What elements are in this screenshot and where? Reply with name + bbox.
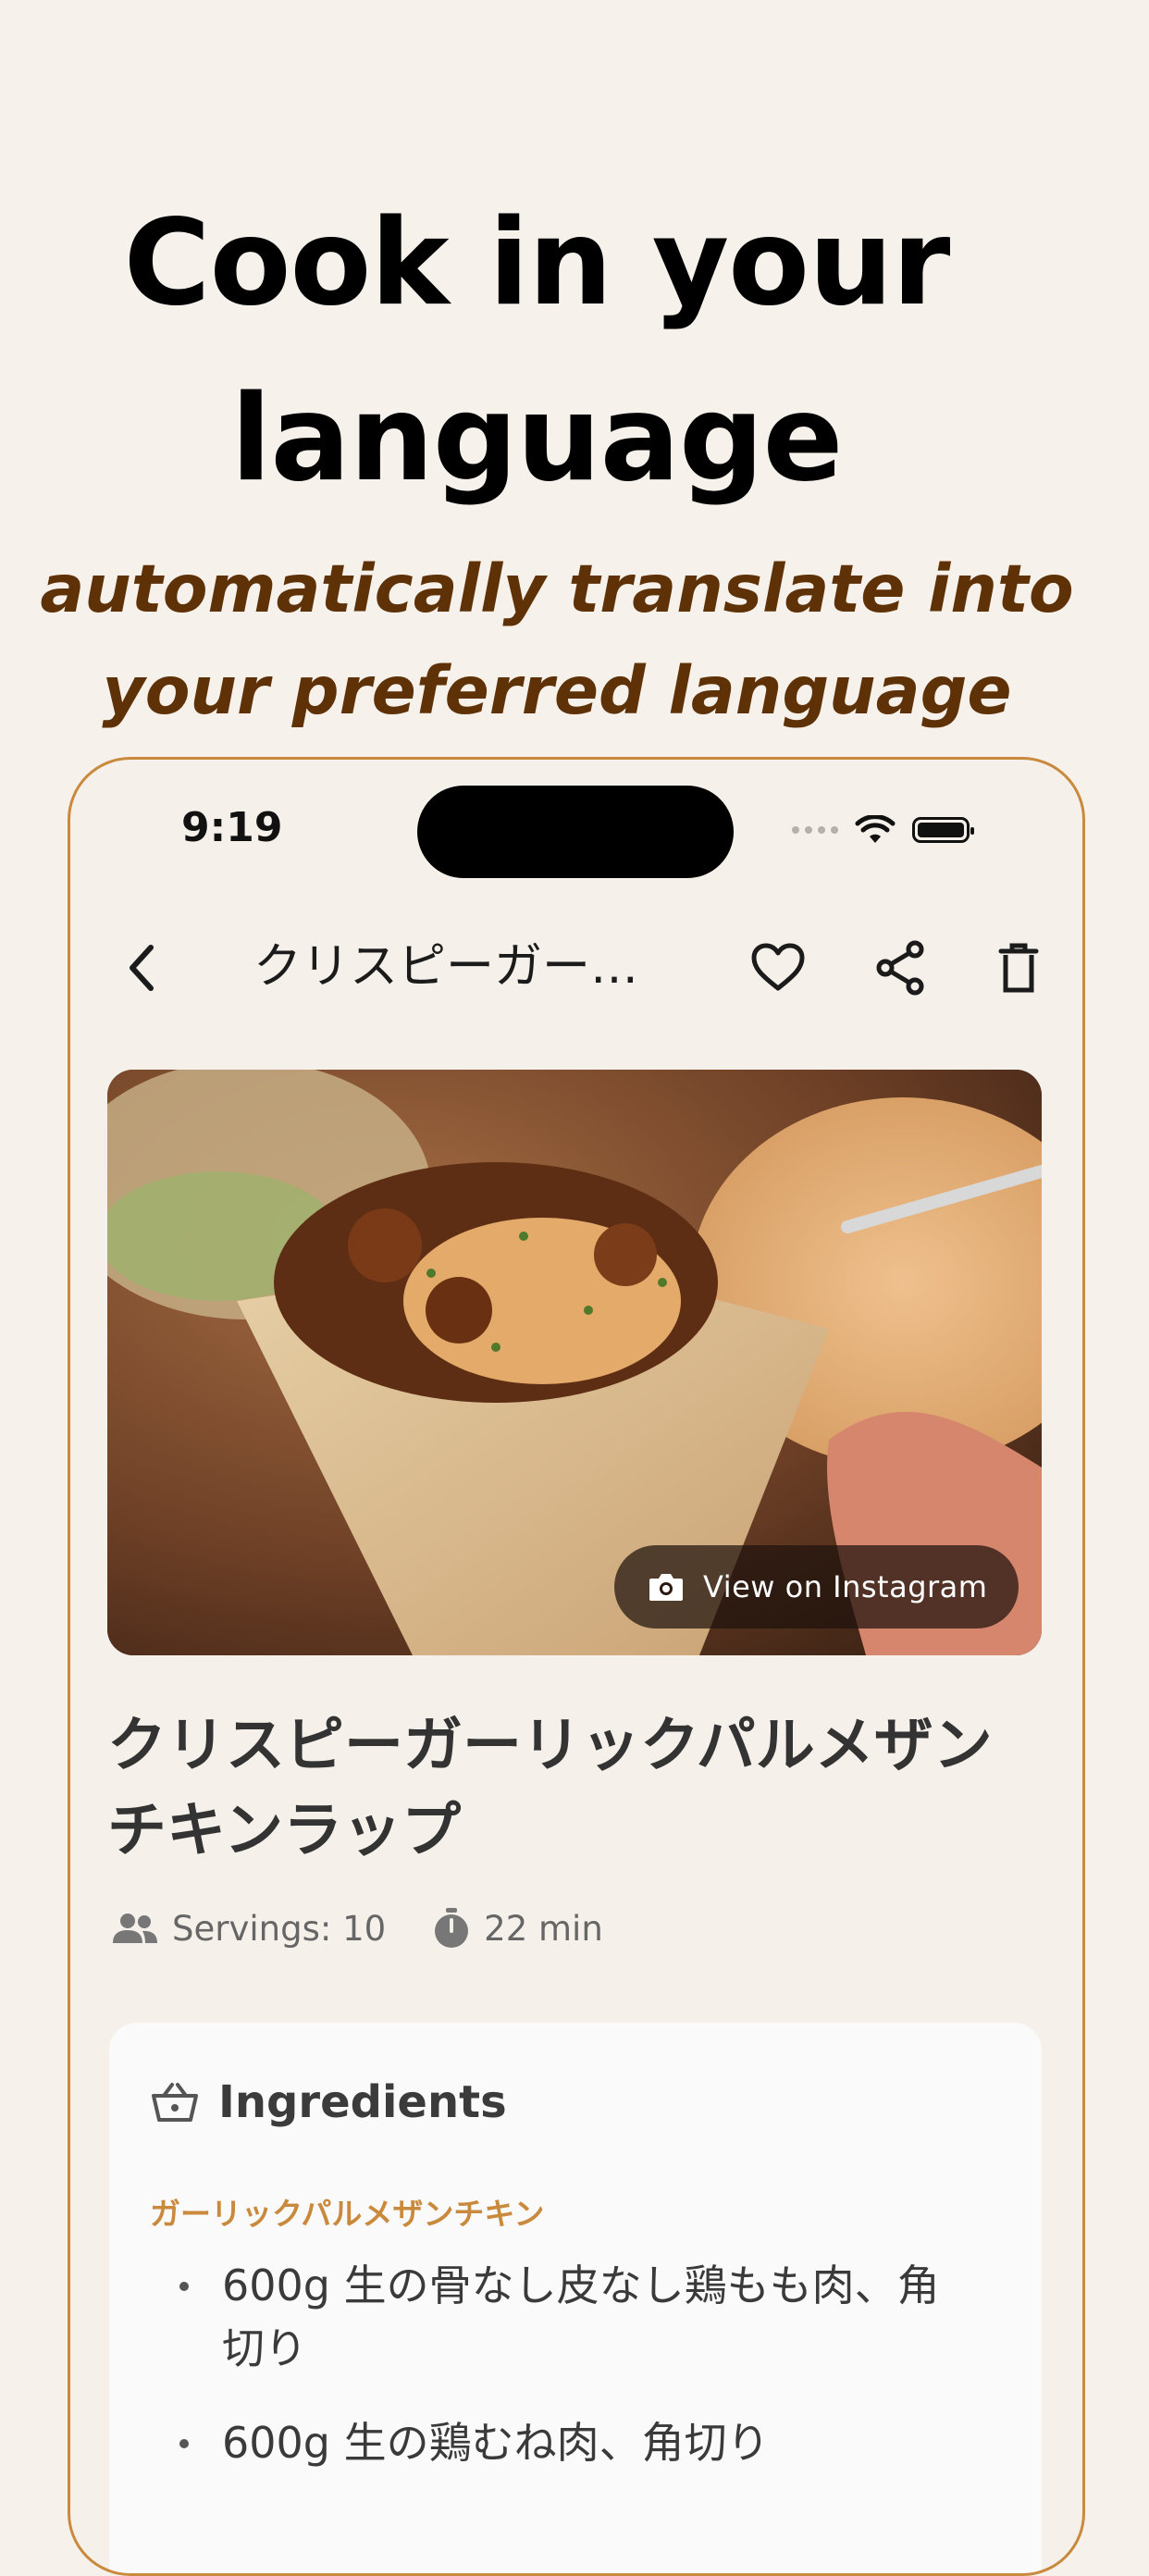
timer-icon bbox=[435, 1908, 469, 1948]
share-button[interactable] bbox=[868, 935, 933, 1000]
ingredients-heading: Ingredients bbox=[218, 2076, 507, 2128]
ingredient-list: 600g 生の骨なし皮なし鶏もも肉、角 切り 600g 生の鶏むね肉、角切り bbox=[150, 2254, 1001, 2506]
back-button[interactable] bbox=[109, 935, 174, 1000]
cellular-signal-icon bbox=[792, 826, 838, 834]
heart-icon bbox=[751, 943, 805, 991]
dynamic-island bbox=[417, 786, 734, 878]
view-on-instagram-label: View on Instagram bbox=[703, 1569, 988, 1604]
recipe-title-line-1: クリスピーガーリックパルメザン bbox=[107, 1712, 993, 1780]
promo-headline-line-1: Cook in your bbox=[123, 194, 951, 332]
trash-icon bbox=[998, 943, 1039, 993]
ingredient-item-line: 600g 生の骨なし皮なし鶏もも肉、角 bbox=[222, 2260, 940, 2310]
promo-subline-line-2: your preferred language bbox=[102, 652, 1012, 729]
promo-subline: automatically translate into your prefer… bbox=[0, 539, 1114, 742]
promo-subline-line-1: automatically translate into bbox=[40, 551, 1074, 627]
back-chevron-icon bbox=[130, 945, 154, 991]
battery-icon bbox=[912, 817, 974, 843]
ingredients-header: Ingredients bbox=[150, 2076, 507, 2128]
recipe-meta: Servings: 10 22 min bbox=[111, 1907, 603, 1950]
camera-icon bbox=[648, 1568, 685, 1605]
ingredient-item-line: 600g 生の鶏むね肉、角切り bbox=[222, 2418, 770, 2468]
promo-headline-line-2: language bbox=[230, 370, 844, 508]
ingredient-item: 600g 生の骨なし皮なし鶏もも肉、角 切り bbox=[150, 2254, 1001, 2380]
recipe-hero-image: View on Instagram bbox=[107, 1070, 1042, 1655]
delete-button[interactable] bbox=[986, 935, 1051, 1000]
ingredient-section-label: ガーリックパルメザンチキン bbox=[150, 2196, 545, 2232]
ingredient-item: 600g 生の鶏むね肉、角切り bbox=[150, 2411, 1001, 2474]
status-icons bbox=[792, 815, 974, 845]
favorite-button[interactable] bbox=[746, 935, 810, 1000]
nav-bar: クリスピーガー… bbox=[70, 917, 1082, 1009]
servings-label: Servings: 10 bbox=[172, 1908, 387, 1949]
status-time: 9:19 bbox=[181, 804, 283, 851]
ingredients-card: Ingredients ガーリックパルメザンチキン 600g 生の骨なし皮なし鶏… bbox=[109, 2023, 1042, 2573]
people-icon bbox=[113, 1913, 157, 1943]
promo-headline: Cook in your language bbox=[0, 176, 1073, 527]
wifi-icon bbox=[855, 815, 896, 843]
time-info: 22 min bbox=[432, 1907, 603, 1950]
view-on-instagram-button[interactable]: View on Instagram bbox=[614, 1545, 1019, 1629]
ingredient-item-line: 切り bbox=[222, 2323, 307, 2373]
share-icon bbox=[876, 940, 924, 996]
phone-frame: 9:19 クリスピーガー… View on Instagram クリスピーガーリ… bbox=[68, 757, 1085, 2576]
time-label: 22 min bbox=[484, 1908, 603, 1949]
servings-info: Servings: 10 bbox=[111, 1909, 386, 1949]
nav-title: クリスピーガー… bbox=[253, 939, 639, 995]
recipe-title: クリスピーガーリックパルメザン チキンラップ bbox=[107, 1703, 1042, 1874]
recipe-title-line-2: チキンラップ bbox=[107, 1797, 462, 1865]
basket-icon bbox=[152, 2083, 198, 2122]
